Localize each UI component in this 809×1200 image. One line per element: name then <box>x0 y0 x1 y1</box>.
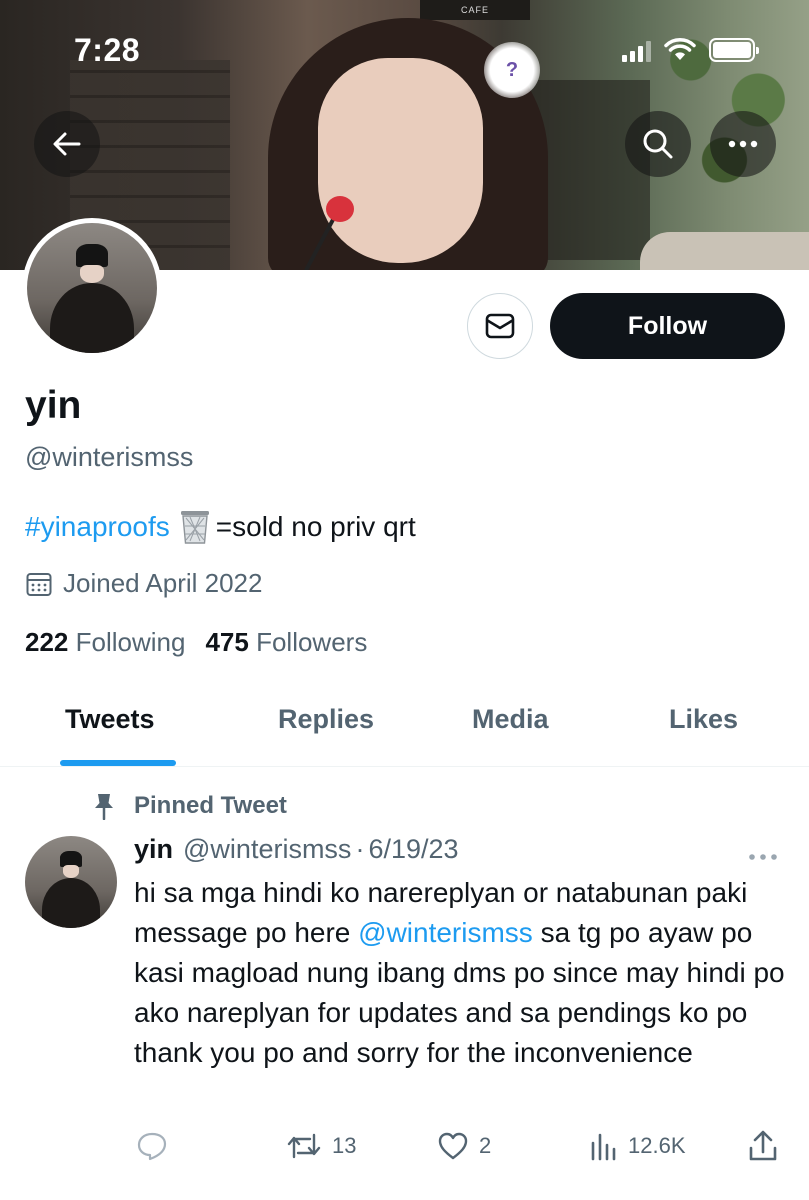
bar-chart-icon <box>591 1133 616 1161</box>
battery-icon <box>709 38 759 62</box>
like-button[interactable]: 2 <box>437 1124 491 1168</box>
pin-icon <box>95 794 113 820</box>
profile-handle: @winterismss <box>25 442 194 472</box>
bio-text: =sold no priv qrt <box>215 511 416 542</box>
search-button[interactable] <box>625 111 691 177</box>
reply-button[interactable] <box>136 1124 178 1168</box>
following-label: Following <box>75 627 186 657</box>
pinned-label-text: Pinned Tweet <box>134 792 287 819</box>
back-button[interactable] <box>34 111 100 177</box>
tweet-header: yin @winterismss · 6/19/23 <box>134 834 459 865</box>
follow-button[interactable]: Follow <box>550 293 785 359</box>
calendar-icon <box>26 572 52 596</box>
views-button[interactable]: 12.6K <box>590 1124 686 1168</box>
envelope-icon <box>485 313 515 339</box>
following-link[interactable]: 222 Following <box>25 627 185 658</box>
share-icon <box>749 1130 777 1161</box>
tab-tweets[interactable]: Tweets <box>65 704 155 735</box>
search-icon <box>643 129 673 159</box>
share-button[interactable] <box>748 1124 778 1168</box>
cellular-signal-icon <box>622 38 651 62</box>
follow-stats: 222 Following 475 Followers <box>25 627 367 658</box>
retweet-icon <box>287 1133 321 1159</box>
wifi-icon <box>664 38 696 60</box>
banner-lollipop <box>326 196 354 222</box>
heart-icon <box>438 1132 468 1160</box>
tweet-avatar-image <box>25 836 117 928</box>
followers-count: 475 <box>205 627 249 657</box>
joined-date: Joined April 2022 <box>25 568 262 599</box>
bio-hashtag-link[interactable]: #yinaproofs <box>25 511 170 543</box>
tweet-author-handle[interactable]: @winterismss <box>183 834 351 865</box>
banner-person-face <box>318 58 483 263</box>
tab-likes[interactable]: Likes <box>669 704 738 735</box>
retweet-count: 13 <box>332 1133 357 1158</box>
tweet-body: hi sa mga hindi ko narereplyan or natabu… <box>134 873 794 1073</box>
status-bar-time: 7:28 <box>74 32 141 68</box>
arrow-left-icon <box>53 132 81 156</box>
banner-table <box>640 232 809 270</box>
active-tab-indicator <box>60 760 176 766</box>
tweet-more-options[interactable] <box>748 840 778 868</box>
tweet-author-name[interactable]: yin <box>134 834 173 865</box>
tweet-author-avatar[interactable] <box>25 836 117 928</box>
tab-media[interactable]: Media <box>472 704 549 735</box>
following-count: 222 <box>25 627 69 657</box>
followers-link[interactable]: 475 Followers <box>205 627 367 658</box>
profile-tabs: Tweets Replies Media Likes <box>0 690 809 767</box>
followers-label: Followers <box>256 627 368 657</box>
more-horizontal-icon <box>749 854 777 860</box>
banner-cafe-sign: CAFE <box>420 0 530 20</box>
status-bar-icons <box>622 38 759 62</box>
retweet-button[interactable]: 13 <box>286 1124 356 1168</box>
banner-shelf <box>530 80 650 260</box>
tweet-mention-link[interactable]: @winterismss <box>358 917 533 948</box>
profile-avatar[interactable] <box>22 218 162 358</box>
banner-sign-text: CAFE <box>460 5 489 15</box>
wastebasket-icon <box>178 508 212 546</box>
question-mark-icon: ? <box>484 42 540 98</box>
view-count: 12.6K <box>628 1133 686 1158</box>
like-count: 2 <box>479 1133 492 1158</box>
message-button[interactable] <box>467 293 533 359</box>
profile-display-name: yin <box>25 384 82 427</box>
profile-bio: #yinaproofs =sold no priv qrt <box>25 508 416 546</box>
tab-replies[interactable]: Replies <box>278 704 374 735</box>
avatar-image <box>27 223 157 353</box>
tweet-actions: 13 2 12.6K <box>0 1124 809 1168</box>
reply-bubble-icon <box>137 1132 167 1161</box>
pinned-tweet-label: Pinned Tweet <box>92 792 287 820</box>
tweet-date[interactable]: 6/19/23 <box>368 834 458 865</box>
more-horizontal-icon <box>728 140 758 148</box>
more-options-button[interactable] <box>710 111 776 177</box>
joined-text: Joined April 2022 <box>63 568 263 598</box>
tweet-separator: · <box>355 834 365 864</box>
